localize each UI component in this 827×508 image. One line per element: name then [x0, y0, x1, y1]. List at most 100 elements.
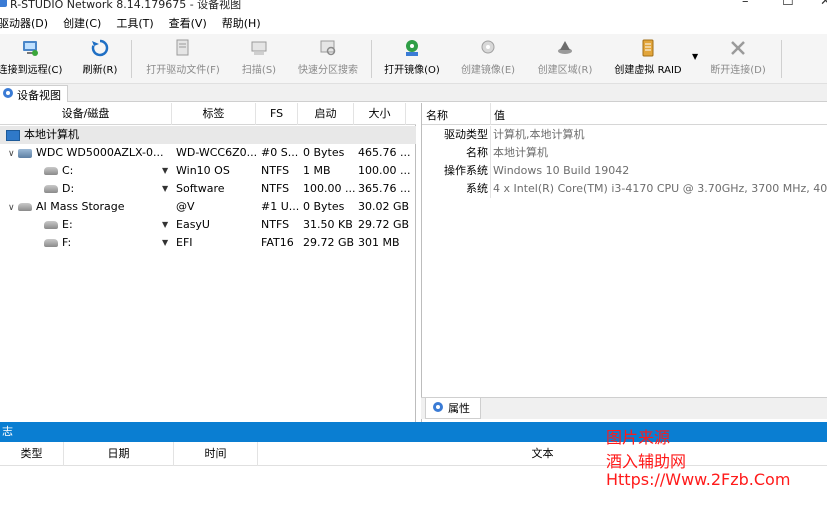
disconnect-button[interactable]: 断开连接(D) — [706, 38, 770, 82]
table-row[interactable]: F: ▼ EFI FAT16 29.72 GB 301 MB — [0, 234, 416, 252]
column-header-device[interactable]: ︿ 设备/磁盘 — [0, 103, 172, 125]
table-row[interactable]: ∨ AI Mass Storage @V #1 U... 0 Bytes 30.0… — [0, 198, 416, 216]
create-region-label: 创建区域(R) — [537, 65, 593, 76]
menu-help[interactable]: 帮助(H) — [222, 15, 268, 31]
property-row[interactable]: 驱动类型 计算机,本地计算机 — [422, 126, 827, 144]
create-region-icon — [555, 38, 575, 58]
dropdown-arrow-icon[interactable]: ▼ — [162, 238, 168, 247]
device-name: AI Mass Storage — [36, 200, 125, 213]
scan-button[interactable]: 扫描(S) — [236, 38, 282, 82]
connect-remote-button[interactable]: 连接到远程(C) — [0, 38, 66, 82]
device-name: F: — [62, 236, 72, 249]
sort-ascending-icon: ︿ — [81, 106, 90, 115]
log-column-date[interactable]: 日期 — [64, 442, 174, 466]
dropdown-arrow-icon[interactable]: ▼ — [162, 166, 168, 175]
device-start: 0 Bytes — [303, 200, 345, 213]
create-image-label: 创建镜像(E) — [460, 65, 516, 76]
property-value: Windows 10 Build 19042 — [490, 162, 629, 180]
dropdown-arrow-icon[interactable]: ▼ — [162, 220, 168, 229]
device-label: EFI — [176, 236, 193, 249]
tab-device-view-label: 设备视图 — [17, 88, 61, 102]
property-row[interactable]: 名称 本地计算机 — [422, 144, 827, 162]
device-view-icon — [2, 87, 14, 102]
raid-dropdown-arrow-icon[interactable]: ▼ — [692, 52, 698, 61]
properties-header: 名称 值 — [422, 103, 827, 125]
column-header-size[interactable]: 大小 — [354, 103, 406, 125]
device-label: WD-WCC6Z0... — [176, 146, 258, 159]
quick-partition-search-label: 快速分区搜索 — [298, 65, 358, 76]
open-drive-file-label: 打开驱动文件(F) — [146, 65, 220, 76]
maximize-button[interactable]: ☐ — [782, 0, 794, 9]
property-row[interactable]: 操作系统 Windows 10 Build 19042 — [422, 162, 827, 180]
app-icon — [0, 0, 7, 7]
log-column-time[interactable]: 时间 — [174, 442, 258, 466]
chevron-down-icon[interactable]: ∨ — [8, 199, 18, 216]
device-grid-header: ︿ 设备/磁盘 标签 FS 启动 大小 — [0, 103, 416, 125]
device-fs: NTFS — [261, 182, 290, 195]
properties-header-name[interactable]: 名称 — [426, 107, 448, 123]
open-image-icon — [402, 38, 422, 58]
watermark-line-2: 酒入辅助网 — [606, 452, 687, 471]
property-key: 系统 — [466, 182, 488, 195]
properties-icon — [432, 401, 444, 416]
open-drive-file-icon — [173, 38, 193, 58]
menu-create[interactable]: 创建(C) — [63, 15, 108, 31]
device-label: Win10 OS — [176, 164, 230, 177]
minimize-button[interactable]: – — [742, 0, 749, 9]
device-name: WDC WD5000AZLX-0... — [36, 146, 164, 159]
create-virtual-raid-label: 创建虚拟 RAID — [614, 65, 682, 76]
tab-properties-label: 属性 — [448, 402, 470, 415]
open-drive-file-button[interactable]: 打开驱动文件(F) — [140, 38, 226, 82]
device-size: 301 MB — [358, 236, 400, 249]
tab-device-view[interactable]: 设备视图 — [0, 85, 68, 102]
table-row[interactable]: C: ▼ Win10 OS NTFS 1 MB 100.00 ... — [0, 162, 416, 180]
refresh-label: 刷新(R) — [82, 65, 118, 76]
open-image-button[interactable]: 打开镜像(O) — [380, 38, 444, 82]
menu-drive[interactable]: 驱动器(D) — [0, 15, 55, 31]
watermark-line-3: Https://Www.2Fzb.Com — [606, 470, 791, 489]
partition-icon — [44, 221, 58, 229]
properties-tabstrip: 属性 — [421, 397, 827, 419]
chevron-down-icon[interactable]: ∨ — [8, 145, 18, 162]
dropdown-arrow-icon[interactable]: ▼ — [162, 184, 168, 193]
watermark-line-1: 图片来源 — [606, 428, 671, 447]
toolbar-separator — [781, 40, 782, 78]
log-column-type[interactable]: 类型 — [0, 442, 64, 466]
device-size: 465.76 ... — [358, 146, 411, 159]
table-row[interactable]: E: ▼ EasyU NTFS 31.50 KB 29.72 GB — [0, 216, 416, 234]
open-image-label: 打开镜像(O) — [384, 65, 440, 76]
refresh-button[interactable]: 刷新(R) — [78, 38, 122, 82]
property-key: 操作系统 — [444, 164, 488, 177]
menu-view[interactable]: 查看(V) — [169, 15, 214, 31]
menu-bar: 驱动器(D) 创建(C) 工具(T) 查看(V) 帮助(H) — [0, 12, 827, 34]
device-start: 29.72 GB — [303, 236, 355, 249]
table-row[interactable]: D: ▼ Software NTFS 100.00 ... 365.76 ... — [0, 180, 416, 198]
column-header-label[interactable]: 标签 — [172, 103, 256, 125]
create-virtual-raid-button[interactable]: 创建虚拟 RAID — [610, 38, 686, 82]
device-size: 365.76 ... — [358, 182, 411, 195]
device-fs: #0 S... — [261, 146, 299, 159]
toolbar-separator — [131, 40, 132, 78]
create-image-button[interactable]: 创建镜像(E) — [455, 38, 521, 82]
title-bar: R-STUDIO Network 8.14.179675 - 设备视图 – ☐ … — [0, 0, 827, 12]
tab-properties[interactable]: 属性 — [425, 398, 481, 419]
column-header-start[interactable]: 启动 — [298, 103, 354, 125]
quick-partition-search-button[interactable]: 快速分区搜索 — [292, 38, 364, 82]
menu-tools[interactable]: 工具(T) — [116, 15, 160, 31]
column-header-fs[interactable]: FS — [256, 103, 298, 125]
log-column-text[interactable]: 文本 — [258, 442, 827, 466]
device-label: @V — [176, 200, 195, 213]
connect-remote-label: 连接到远程(C) — [0, 65, 63, 76]
device-fs: #1 U... — [261, 200, 300, 213]
device-start: 1 MB — [303, 164, 331, 177]
table-row[interactable]: ∨ WDC WD5000AZLX-0... WD-WCC6Z0... #0 S..… — [0, 144, 416, 162]
create-region-button[interactable]: 创建区域(R) — [532, 38, 598, 82]
device-list-pane: ︿ 设备/磁盘 标签 FS 启动 大小 本地计算机 ∨ WDC WD5000AZL… — [0, 103, 416, 422]
property-row[interactable]: 系统 4 x Intel(R) Core(TM) i3-4170 CPU @ 3… — [422, 180, 827, 198]
close-button[interactable]: ✕ — [820, 0, 827, 9]
disconnect-icon — [728, 38, 748, 58]
properties-header-value[interactable]: 值 — [494, 107, 505, 123]
group-row-local-computer[interactable]: 本地计算机 — [0, 126, 416, 144]
device-name: C: — [62, 164, 74, 177]
computer-icon — [6, 129, 20, 141]
